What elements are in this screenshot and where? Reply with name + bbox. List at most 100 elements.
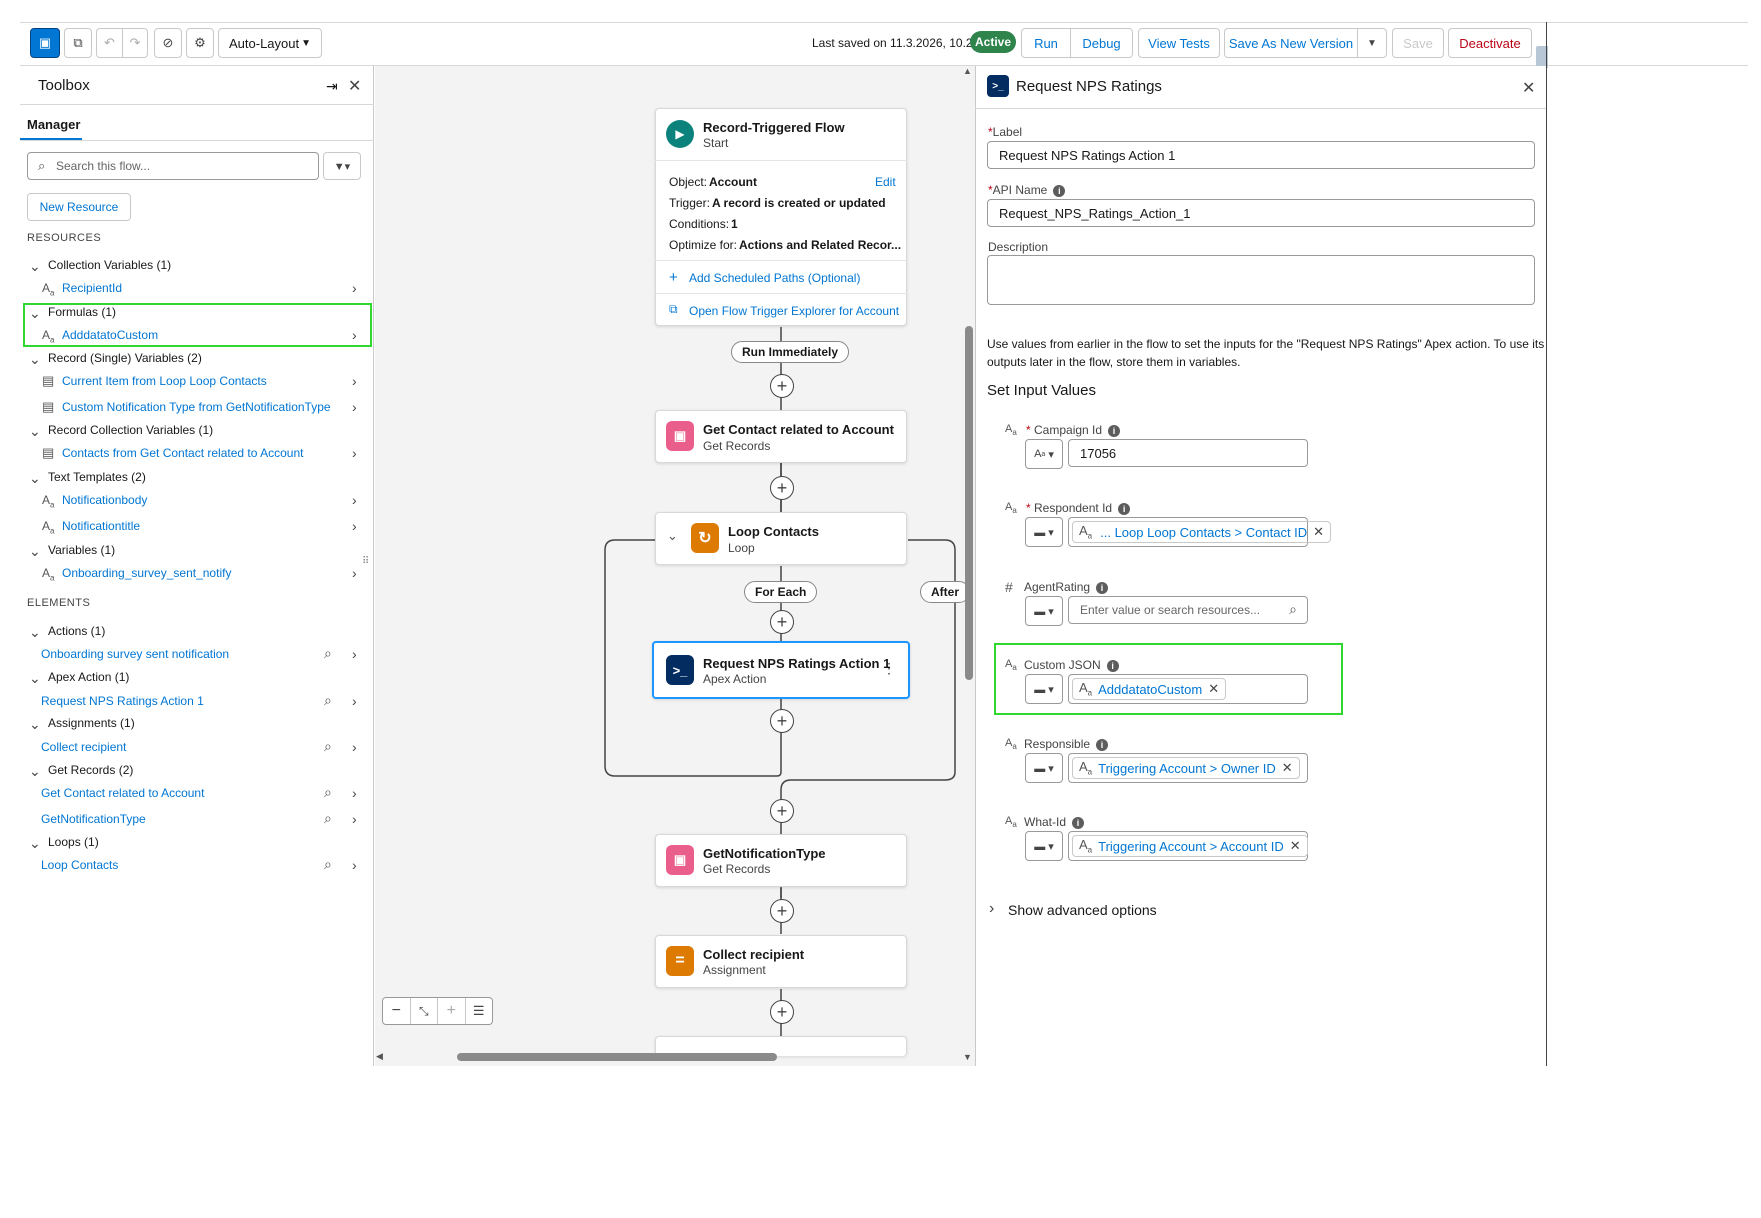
element-item[interactable]: Request NPS Ratings Action 1 (41, 694, 204, 708)
add-scheduled-paths-link[interactable]: Add Scheduled Paths (Optional) (689, 271, 860, 285)
chevron-right-icon[interactable]: › (989, 900, 994, 918)
group-actions[interactable]: Actions (1) (48, 624, 105, 638)
label-input[interactable]: Request NPS Ratings Action 1 (987, 141, 1535, 169)
respondent-id-input[interactable]: Aa... Loop Loop Contacts > Contact ID ✕ (1068, 517, 1332, 547)
chevron-down-icon[interactable]: ⌄ (29, 470, 41, 487)
chevron-right-icon[interactable]: › (352, 565, 357, 581)
element-item[interactable]: GetNotificationType (41, 812, 146, 826)
remove-icon[interactable]: ✕ (1290, 838, 1301, 854)
add-element-icon[interactable]: + (770, 799, 794, 823)
resource-type-button[interactable]: ▬ ▾ (1025, 753, 1063, 783)
element-item[interactable]: Onboarding survey sent notification (41, 647, 229, 661)
group-loops[interactable]: Loops (1) (48, 835, 99, 849)
search-icon[interactable]: ⌕ (324, 810, 332, 827)
settings-button[interactable]: ⚙ (186, 28, 214, 58)
api-name-input[interactable]: Request_NPS_Ratings_Action_1 (987, 199, 1535, 227)
run-immediately-label[interactable]: Run Immediately (731, 341, 850, 363)
chevron-right-icon[interactable]: › (352, 693, 357, 709)
resource-item[interactable]: Onboarding_survey_sent_notify (62, 566, 231, 580)
start-edit-link[interactable]: Edit (875, 175, 896, 189)
zoom-in-button[interactable]: + (438, 998, 466, 1024)
chevron-right-icon[interactable]: › (352, 739, 357, 755)
view-tests-button[interactable]: View Tests (1138, 28, 1220, 58)
chevron-right-icon[interactable]: › (352, 811, 357, 827)
search-icon[interactable]: ⌕ (324, 784, 332, 801)
group-record-collection-variables[interactable]: Record Collection Variables (1) (48, 423, 213, 437)
show-advanced-options[interactable]: Show advanced options (1008, 902, 1157, 918)
add-element-icon[interactable]: + (770, 899, 794, 923)
scroll-up-icon[interactable]: ▲ (963, 66, 972, 76)
responsible-input[interactable]: Aa Triggering Account > Owner ID ✕ (1068, 753, 1308, 783)
filter-button[interactable]: ▼▾ (323, 152, 361, 180)
resource-item[interactable]: Contacts from Get Contact related to Acc… (62, 446, 303, 460)
chevron-down-icon[interactable]: ⌄ (667, 528, 678, 544)
chevron-down-icon[interactable]: ⌄ (29, 763, 41, 780)
what-id-input[interactable]: Aa Triggering Account > Account ID ✕ (1068, 831, 1308, 861)
vertical-scrollbar[interactable] (965, 326, 973, 680)
group-collection-variables[interactable]: Collection Variables (1) (48, 258, 171, 272)
dock-icon[interactable]: ⇥ (326, 78, 338, 95)
search-input[interactable]: ⌕ Search this flow... (27, 152, 319, 180)
resize-handle-icon[interactable]: ⠿ (362, 556, 369, 567)
chevron-down-icon[interactable]: ⌄ (29, 835, 41, 852)
group-text-templates[interactable]: Text Templates (2) (48, 470, 146, 484)
remove-icon[interactable]: ✕ (1313, 524, 1324, 540)
chevron-down-icon[interactable]: ⌄ (29, 258, 41, 275)
resource-type-button[interactable]: ▬ ▾ (1025, 831, 1063, 861)
resource-item[interactable]: Notificationbody (62, 493, 147, 507)
resource-item[interactable]: Custom Notification Type from GetNotific… (62, 400, 331, 414)
tab-manager[interactable]: Manager (27, 117, 80, 132)
chevron-right-icon[interactable]: › (352, 373, 357, 389)
layout-select[interactable]: Auto-Layout ▼ (218, 28, 322, 58)
resource-item[interactable]: RecipientId (62, 281, 122, 295)
campaign-id-input[interactable]: 17056 (1068, 439, 1308, 467)
chevron-down-icon[interactable]: ⌄ (29, 423, 41, 440)
open-trigger-explorer-link[interactable]: Open Flow Trigger Explorer for Account (689, 304, 899, 318)
chevron-right-icon[interactable]: › (352, 518, 357, 534)
fit-view-button[interactable]: ⤡ (411, 998, 438, 1024)
element-item[interactable]: Loop Contacts (41, 858, 118, 872)
new-resource-button[interactable]: New Resource (27, 193, 131, 221)
scroll-left-icon[interactable]: ◀ (376, 1051, 383, 1062)
redo-button[interactable]: ↷ (122, 28, 148, 58)
add-element-icon[interactable]: + (770, 374, 794, 398)
resource-item[interactable]: Current Item from Loop Loop Contacts (62, 374, 267, 388)
chevron-right-icon[interactable]: › (352, 280, 357, 296)
add-element-icon[interactable]: + (770, 1000, 794, 1024)
add-element-icon[interactable]: + (770, 476, 794, 500)
deactivate-button[interactable]: Deactivate (1448, 28, 1532, 58)
chevron-right-icon[interactable]: › (352, 857, 357, 873)
resource-type-button[interactable]: ▬ ▾ (1025, 517, 1063, 547)
save-button[interactable]: Save (1392, 28, 1444, 58)
chevron-right-icon[interactable]: › (352, 492, 357, 508)
search-icon[interactable]: ⌕ (324, 645, 332, 662)
debug-button[interactable]: Debug (1070, 28, 1133, 58)
chevron-right-icon[interactable]: › (352, 399, 357, 415)
more-options-icon[interactable]: ⋮ (882, 660, 896, 677)
description-textarea[interactable] (987, 255, 1535, 305)
resource-item[interactable]: Notificationtitle (62, 519, 140, 533)
save-as-new-version-button[interactable]: Save As New Version (1224, 28, 1358, 58)
zoom-out-button[interactable]: − (383, 998, 411, 1024)
group-get-records[interactable]: Get Records (2) (48, 763, 133, 777)
search-icon[interactable]: ⌕ (324, 738, 332, 755)
resource-type-button[interactable]: ▬ ▾ (1025, 596, 1063, 626)
add-element-icon[interactable]: + (770, 709, 794, 733)
chevron-right-icon[interactable]: › (352, 445, 357, 461)
chevron-down-icon[interactable]: ⌄ (29, 351, 41, 368)
group-record-single-variables[interactable]: Record (Single) Variables (2) (48, 351, 202, 365)
element-item[interactable]: Collect recipient (41, 740, 126, 754)
horizontal-scrollbar[interactable] (457, 1053, 777, 1061)
chevron-down-icon[interactable]: ⌄ (29, 716, 41, 733)
group-variables[interactable]: Variables (1) (48, 543, 115, 557)
chevron-right-icon[interactable]: › (352, 785, 357, 801)
close-icon[interactable]: ✕ (1522, 78, 1535, 98)
save-options-button[interactable]: ▼ (1357, 28, 1387, 58)
agent-rating-input[interactable]: Enter value or search resources... ⌕ (1068, 596, 1308, 624)
toggle-toolbox-button[interactable]: ▣ (30, 28, 60, 58)
copy-button[interactable]: ⧉ (64, 28, 92, 58)
run-button[interactable]: Run (1021, 28, 1071, 58)
chevron-down-icon[interactable]: ⌄ (29, 670, 41, 687)
value-type-button[interactable]: Aa ▾ (1025, 439, 1063, 469)
center-view-button[interactable]: ☰ (466, 998, 493, 1024)
